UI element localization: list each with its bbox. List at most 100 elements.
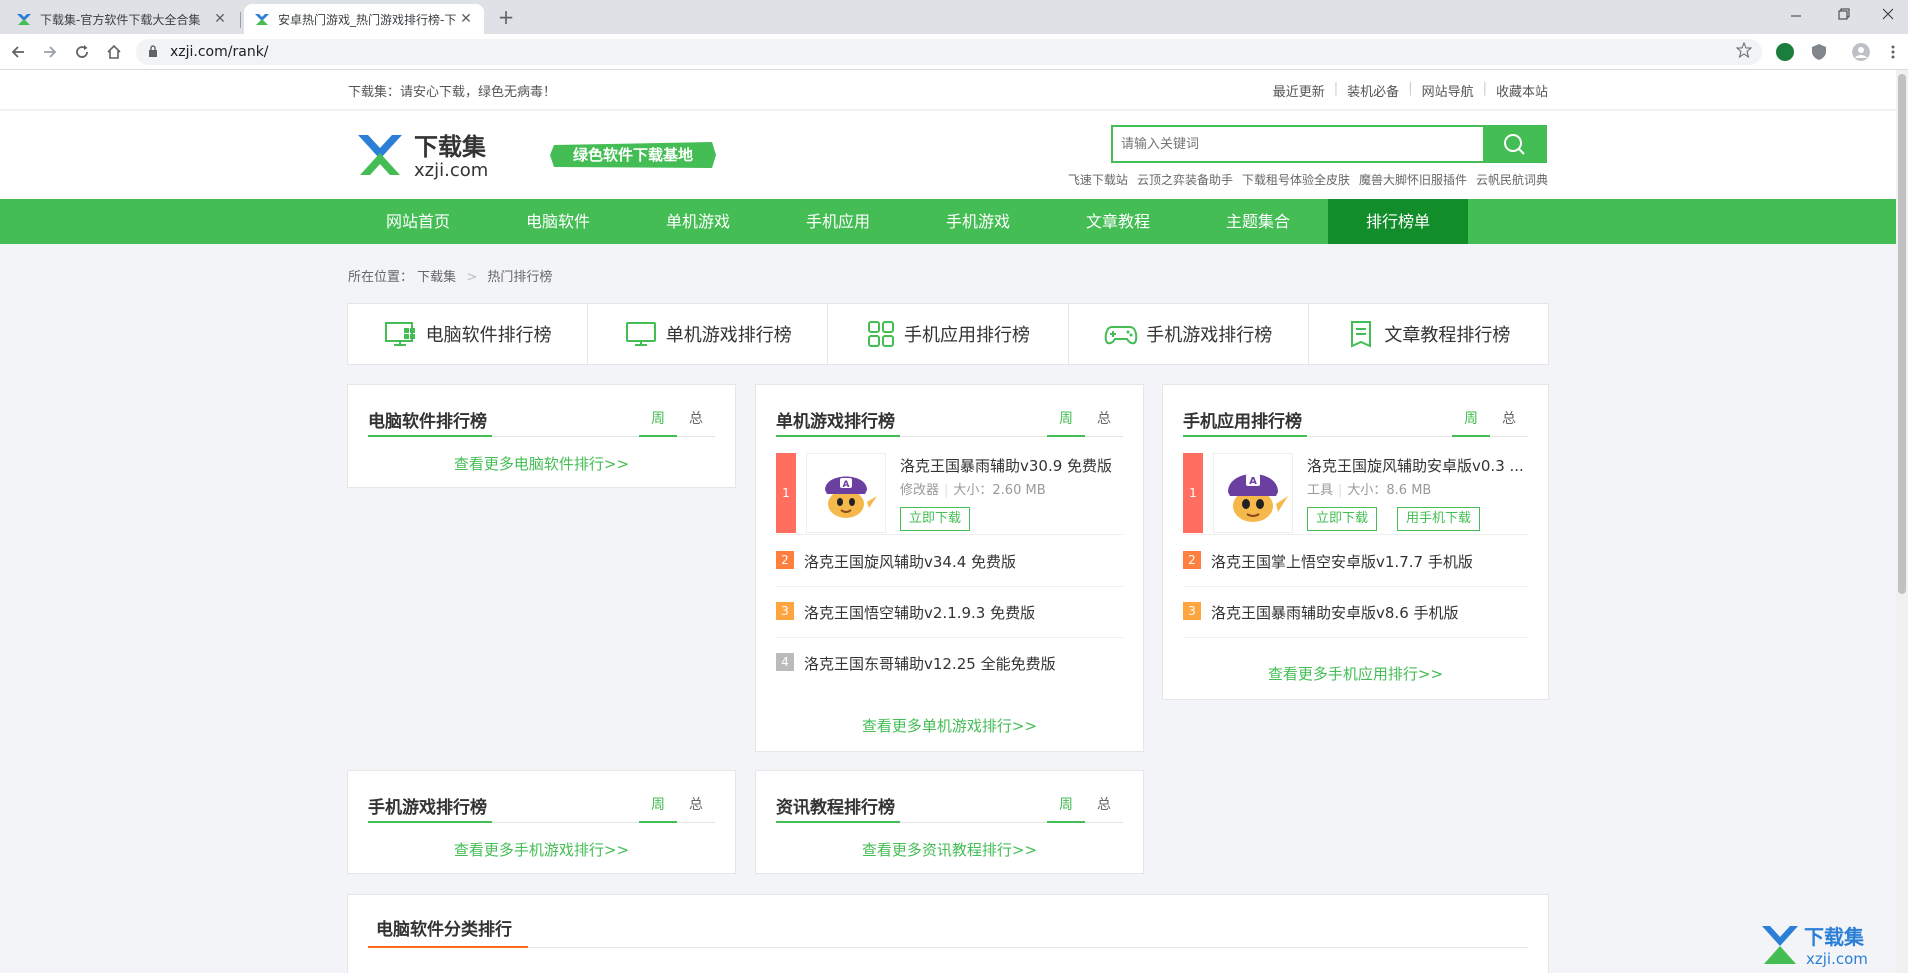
title-underline	[368, 821, 492, 823]
app-icon[interactable]: A	[806, 453, 886, 533]
rank-row[interactable]: 2 洛克王国掌上悟空安卓版v1.7.7 手机版	[1183, 536, 1528, 587]
page-scrollbar[interactable]	[1896, 70, 1908, 973]
reload-icon[interactable]	[72, 42, 92, 62]
app-icon[interactable]: A	[1213, 453, 1293, 533]
more-link[interactable]: 查看更多手机应用排行>>	[1163, 663, 1548, 684]
link-essentials[interactable]: 装机必备	[1347, 81, 1399, 100]
breadcrumb-home[interactable]: 下载集	[417, 270, 456, 285]
hotword-link[interactable]: 魔兽大脚怀旧服插件	[1359, 171, 1467, 188]
download-button[interactable]: 立即下载	[900, 507, 971, 531]
tab-label: 电脑软件排行榜	[425, 325, 552, 346]
rank-item-name[interactable]: 洛克王国暴雨辅助安卓版v8.6 手机版	[1211, 602, 1459, 623]
gamepad-icon	[1104, 326, 1138, 345]
card-title: 电脑软件排行榜	[368, 412, 487, 432]
nav-rankings[interactable]: 排行榜单	[1328, 199, 1468, 244]
rank-item-name[interactable]: 洛克王国掌上悟空安卓版v1.7.7 手机版	[1211, 551, 1473, 572]
search-box	[1111, 125, 1547, 163]
tab-tutorial-ranking[interactable]: 文章教程排行榜	[1309, 304, 1548, 364]
hotword-link[interactable]: 云顶之弈装备助手	[1137, 171, 1233, 188]
site-logo[interactable]: 下载集 xzji.com	[356, 131, 536, 181]
tab-single-game-ranking[interactable]: 单机游戏排行榜	[588, 304, 829, 364]
switch-total[interactable]: 总	[1490, 401, 1528, 437]
bookmark-star-icon[interactable]	[1736, 42, 1752, 58]
divider: |	[1408, 81, 1413, 96]
tab-mobile-game-ranking[interactable]: 手机游戏排行榜	[1069, 304, 1309, 364]
switch-total[interactable]: 总	[1085, 787, 1123, 823]
nav-mobile-games[interactable]: 手机游戏	[908, 199, 1048, 244]
hotword-link[interactable]: 云帆民航词典	[1476, 171, 1548, 188]
divider: |	[1333, 81, 1339, 96]
browser-tab-2-active[interactable]: 安卓热门游戏_热门游戏排行榜-下 ✕	[244, 4, 484, 34]
more-link[interactable]: 查看更多资讯教程排行>>	[756, 839, 1143, 860]
tab-pc-software-ranking[interactable]: 电脑软件排行榜	[348, 304, 589, 364]
restore-icon[interactable]	[1838, 8, 1862, 20]
hotword-link[interactable]: 飞速下载站	[1068, 171, 1128, 188]
switch-total[interactable]: 总	[1085, 401, 1123, 437]
url-field[interactable]: xzji.com/rank/	[136, 39, 1762, 65]
extension-shield-icon[interactable]	[1810, 43, 1828, 61]
svg-text:A: A	[843, 480, 850, 490]
nav-home[interactable]: 网站首页	[348, 199, 488, 244]
period-switch: 周 总	[1452, 401, 1528, 437]
rank-number: 1	[776, 453, 796, 533]
breadcrumb-current: 热门排行榜	[487, 270, 553, 285]
browser-menu-icon[interactable]	[1884, 43, 1902, 61]
switch-week[interactable]: 周	[1047, 401, 1085, 437]
more-link[interactable]: 查看更多电脑软件排行>>	[348, 453, 735, 474]
nav-pc-software[interactable]: 电脑软件	[488, 199, 628, 244]
card-title: 单机游戏排行榜	[776, 412, 895, 432]
rank-row[interactable]: 4 洛克王国东哥辅助v12.25 全能免费版	[776, 638, 1123, 689]
rank-item-name[interactable]: 洛克王国旋风辅助v34.4 免费版	[804, 551, 1016, 572]
site-slogan: 下载集：请安心下载，绿色无病毒！	[348, 85, 557, 100]
rank-row[interactable]: 2 洛克王国旋风辅助v34.4 免费版	[776, 536, 1123, 587]
switch-week[interactable]: 周	[1047, 787, 1085, 823]
more-link[interactable]: 查看更多单机游戏排行>>	[756, 715, 1143, 736]
switch-week[interactable]: 周	[639, 787, 677, 823]
back-icon[interactable]	[8, 42, 28, 62]
card-single-game-ranking: 单机游戏排行榜 周 总 1 A 洛克王国暴雨辅助v30.9 免费版 修改器 | 大小…	[755, 384, 1144, 752]
switch-week[interactable]: 周	[1452, 401, 1490, 437]
nav-topics[interactable]: 主题集合	[1188, 199, 1328, 244]
app-name[interactable]: 洛克王国暴雨辅助v30.9 免费版	[900, 455, 1112, 476]
scrollbar-thumb[interactable]	[1898, 74, 1906, 594]
download-button[interactable]: 立即下载	[1307, 507, 1378, 531]
card-header: 电脑软件排行榜 周 总	[368, 401, 715, 437]
rank-row[interactable]: 3 洛克王国悟空辅助v2.1.9.3 免费版	[776, 587, 1123, 638]
switch-week[interactable]: 周	[639, 401, 677, 437]
profile-avatar-icon[interactable]	[1852, 43, 1870, 61]
rank-item-name[interactable]: 洛克王国悟空辅助v2.1.9.3 免费版	[804, 602, 1035, 623]
nav-tutorials[interactable]: 文章教程	[1048, 199, 1188, 244]
link-recent-updates[interactable]: 最近更新	[1273, 81, 1325, 100]
close-tab-icon[interactable]: ✕	[458, 11, 474, 27]
new-tab-button[interactable]: +	[494, 6, 518, 30]
app-category: 修改器	[900, 483, 940, 498]
close-tab-icon[interactable]: ✕	[212, 11, 228, 27]
hotword-link[interactable]: 下载租号体验全皮肤	[1242, 171, 1350, 188]
link-site-nav[interactable]: 网站导航	[1422, 81, 1474, 100]
search-button[interactable]	[1483, 127, 1545, 161]
nav-single-games[interactable]: 单机游戏	[628, 199, 768, 244]
extension-globe-icon[interactable]	[1776, 43, 1794, 61]
forward-icon[interactable]	[40, 42, 60, 62]
rank-item-name[interactable]: 洛克王国东哥辅助v12.25 全能免费版	[804, 653, 1056, 674]
tab-mobile-app-ranking[interactable]: 手机应用排行榜	[828, 304, 1069, 364]
switch-total[interactable]: 总	[677, 401, 715, 437]
switch-total[interactable]: 总	[677, 787, 715, 823]
rank-top-item: 1 A 洛克王国暴雨辅助v30.9 免费版 修改器 | 大小：2.60 MB 立即下…	[776, 453, 1123, 535]
app-name[interactable]: 洛克王国旋风辅助安卓版v0.3 ...	[1307, 455, 1524, 476]
badge-text: 绿色软件下载基地	[573, 146, 693, 164]
search-input[interactable]	[1113, 127, 1483, 161]
section-title: 电脑软件分类排行	[376, 920, 512, 940]
home-icon[interactable]	[104, 42, 124, 62]
nav-mobile-apps[interactable]: 手机应用	[768, 199, 908, 244]
site-top-bar: 下载集：请安心下载，绿色无病毒！ 最近更新 | 装机必备 | 网站导航 | 收藏本站	[0, 70, 1896, 110]
browser-tab-1[interactable]: 下载集-官方软件下载大全合集 ✕	[6, 4, 238, 34]
rank-number: 1	[1183, 453, 1203, 533]
close-window-icon[interactable]	[1882, 8, 1906, 20]
watermark-en: xzji.com	[1806, 950, 1868, 968]
link-bookmark-site[interactable]: 收藏本站	[1496, 81, 1548, 100]
rank-row[interactable]: 3 洛克王国暴雨辅助安卓版v8.6 手机版	[1183, 587, 1528, 638]
more-link[interactable]: 查看更多手机游戏排行>>	[348, 839, 735, 860]
mobile-download-button[interactable]: 用手机下载	[1397, 507, 1481, 531]
minimize-icon[interactable]	[1790, 10, 1814, 22]
